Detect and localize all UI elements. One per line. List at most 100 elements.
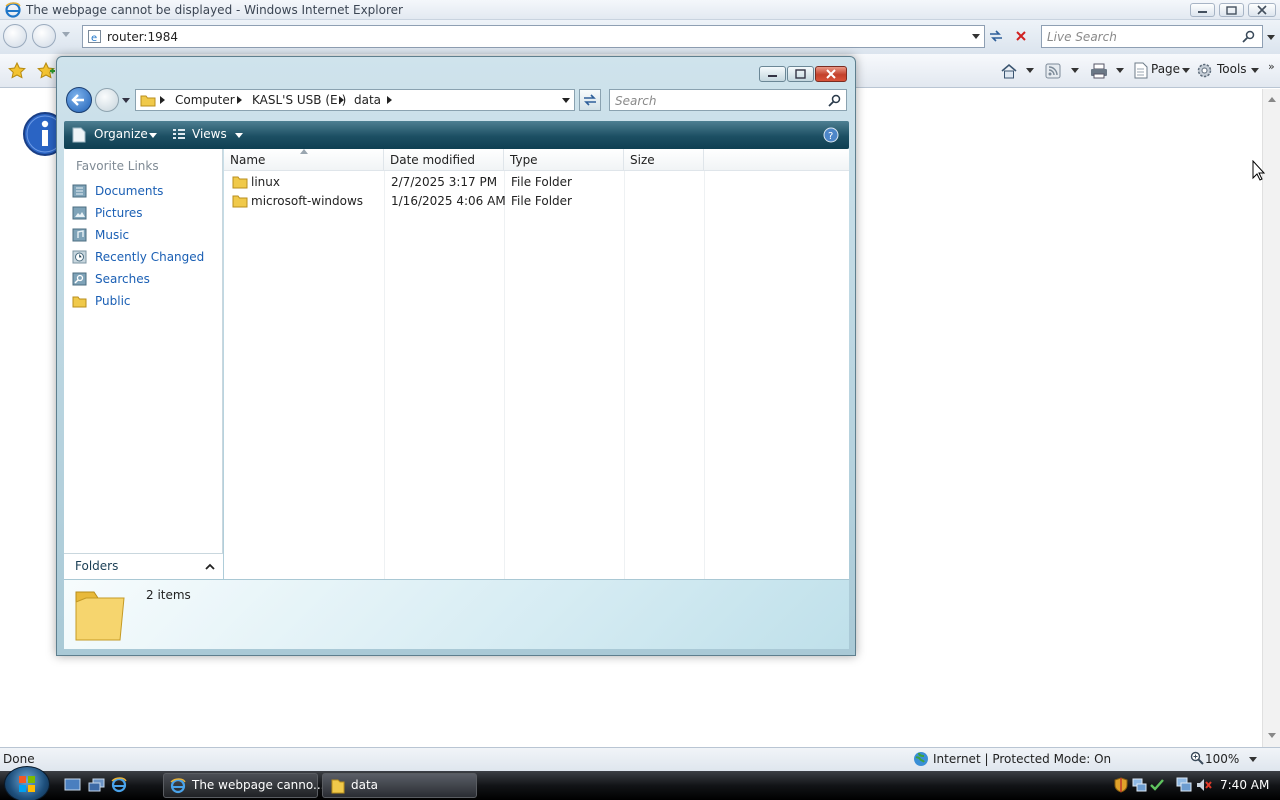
tools-menu-dropdown-icon[interactable] <box>1251 68 1259 74</box>
large-folder-icon <box>72 584 128 646</box>
network-connection-icon[interactable] <box>1176 777 1192 793</box>
show-desktop-icon[interactable] <box>64 778 81 792</box>
favorite-link-recently-changed[interactable]: Recently Changed <box>72 247 217 267</box>
start-button[interactable] <box>4 766 50 800</box>
file-name: microsoft-windows <box>251 194 364 208</box>
explorer-search-input[interactable]: Search <box>609 89 847 111</box>
breadcrumb-item-data[interactable]: data <box>354 93 381 107</box>
windows-logo-icon <box>19 776 35 792</box>
ie-quicklaunch-icon[interactable] <box>111 777 127 793</box>
explorer-minimize-button[interactable] <box>759 66 786 82</box>
print-icon[interactable] <box>1090 63 1108 79</box>
feeds-icon[interactable] <box>1045 63 1061 79</box>
system-clock[interactable]: 7:40 AM <box>1220 778 1269 792</box>
explorer-back-button[interactable] <box>66 87 92 113</box>
pictures-icon <box>72 206 87 220</box>
ie-live-search-input[interactable]: Live Search <box>1041 25 1275 48</box>
favorite-link-label: Documents <box>95 184 164 198</box>
home-icon[interactable] <box>1000 63 1018 79</box>
searches-icon <box>72 272 87 286</box>
ie-refresh-icon[interactable] <box>988 29 1004 43</box>
folder-icon <box>140 93 156 107</box>
favorite-link-public[interactable]: Public <box>72 291 217 311</box>
chevron-up-icon[interactable] <box>205 563 215 570</box>
explorer-refresh-button[interactable] <box>579 89 601 111</box>
more-chevron-icon[interactable]: » <box>1268 60 1275 73</box>
explorer-close-button[interactable] <box>815 66 847 82</box>
column-header-date-modified[interactable]: Date modified <box>384 149 504 171</box>
folder-icon <box>232 193 248 208</box>
favorite-link-searches[interactable]: Searches <box>72 269 217 289</box>
print-dropdown-icon[interactable] <box>1116 68 1124 74</box>
zoom-dropdown-icon[interactable] <box>1249 757 1257 763</box>
scroll-down-arrow-icon[interactable] <box>1268 733 1276 739</box>
breadcrumb-dropdown-icon[interactable] <box>562 98 570 104</box>
column-header-type[interactable]: Type <box>504 149 624 171</box>
volume-muted-icon[interactable] <box>1196 777 1212 793</box>
explorer-forward-button[interactable] <box>95 88 119 112</box>
address-dropdown-icon[interactable] <box>972 34 980 40</box>
ie-close-button[interactable] <box>1248 3 1276 17</box>
taskbar-item-ie[interactable]: The webpage canno... <box>163 773 324 798</box>
search-icon[interactable] <box>828 94 841 107</box>
taskbar-item-explorer[interactable]: data <box>322 773 477 798</box>
favorite-link-label: Public <box>95 294 131 308</box>
ie-title-bar: The webpage cannot be displayed - Window… <box>0 0 1280 20</box>
favorite-link-pictures[interactable]: Pictures <box>72 203 217 223</box>
ie-back-button[interactable] <box>3 24 27 48</box>
breadcrumb-separator-icon[interactable] <box>237 96 243 104</box>
tools-menu-button[interactable]: Tools <box>1217 62 1247 76</box>
switch-windows-icon[interactable] <box>88 778 105 792</box>
breadcrumb-separator-icon[interactable] <box>387 96 393 104</box>
zoom-level[interactable]: 100% <box>1205 752 1239 766</box>
file-date: 2/7/2025 3:17 PM <box>391 175 498 189</box>
ie-address-bar[interactable]: e router:1984 <box>82 25 985 48</box>
explorer-maximize-button[interactable] <box>787 66 814 82</box>
column-header-size[interactable]: Size <box>624 149 704 171</box>
ie-stop-icon[interactable] <box>1015 30 1027 42</box>
column-header-label: Name <box>230 153 266 167</box>
ie-forward-button[interactable] <box>32 24 56 48</box>
page-menu-dropdown-icon[interactable] <box>1182 68 1190 74</box>
organize-button[interactable]: Organize <box>94 127 148 141</box>
page-menu-icon[interactable] <box>1134 62 1148 79</box>
column-header-name[interactable]: Name <box>224 149 384 171</box>
search-icon[interactable] <box>1242 30 1255 43</box>
explorer-window: Computer KASL'S USB (E:) data Search Org… <box>56 56 856 656</box>
organize-dropdown-icon[interactable] <box>149 133 157 139</box>
zoom-magnifier-icon[interactable] <box>1190 751 1204 765</box>
breadcrumb-separator-icon[interactable] <box>160 96 166 104</box>
home-dropdown-icon[interactable] <box>1026 68 1034 74</box>
navigation-pane: Favorite Links Documents Pictures Music … <box>64 149 223 579</box>
views-dropdown-icon[interactable] <box>235 133 243 139</box>
favorites-star-icon[interactable] <box>8 62 26 79</box>
breadcrumb-item-usb-drive[interactable]: KASL'S USB (E:) <box>252 93 346 107</box>
ie-recent-pages-icon[interactable] <box>62 32 70 38</box>
views-button[interactable]: Views <box>192 127 227 141</box>
file-row[interactable]: microsoft-windows 1/16/2025 4:06 AM File… <box>224 192 849 211</box>
favorite-link-documents[interactable]: Documents <box>72 181 217 201</box>
network-tray-icon[interactable] <box>1132 777 1147 793</box>
ie-vertical-scrollbar[interactable] <box>1262 89 1280 747</box>
taskbar-item-label: data <box>351 778 379 792</box>
security-shield-icon[interactable] <box>1114 777 1128 793</box>
breadcrumb-item-computer[interactable]: Computer <box>175 93 235 107</box>
feeds-dropdown-icon[interactable] <box>1071 68 1079 74</box>
help-icon[interactable]: ? <box>823 127 839 143</box>
tools-gear-icon[interactable] <box>1196 62 1213 79</box>
page-menu-button[interactable]: Page <box>1151 62 1180 76</box>
favorite-link-music[interactable]: Music <box>72 225 217 245</box>
search-options-dropdown-icon[interactable] <box>1267 35 1275 41</box>
update-check-icon[interactable] <box>1149 777 1165 793</box>
column-header-label: Date modified <box>390 153 476 167</box>
ie-logo-icon <box>5 2 21 18</box>
recent-locations-dropdown-icon[interactable] <box>122 98 130 104</box>
scroll-up-arrow-icon[interactable] <box>1268 97 1276 103</box>
security-zone-text[interactable]: Internet | Protected Mode: On <box>933 752 1111 766</box>
ie-minimize-button[interactable] <box>1190 3 1215 17</box>
folders-toggle[interactable]: Folders <box>64 553 223 579</box>
file-row[interactable]: linux 2/7/2025 3:17 PM File Folder <box>224 173 849 192</box>
ie-restore-button[interactable] <box>1219 3 1244 17</box>
add-favorites-icon[interactable] <box>37 62 55 79</box>
public-folder-icon <box>72 294 87 308</box>
